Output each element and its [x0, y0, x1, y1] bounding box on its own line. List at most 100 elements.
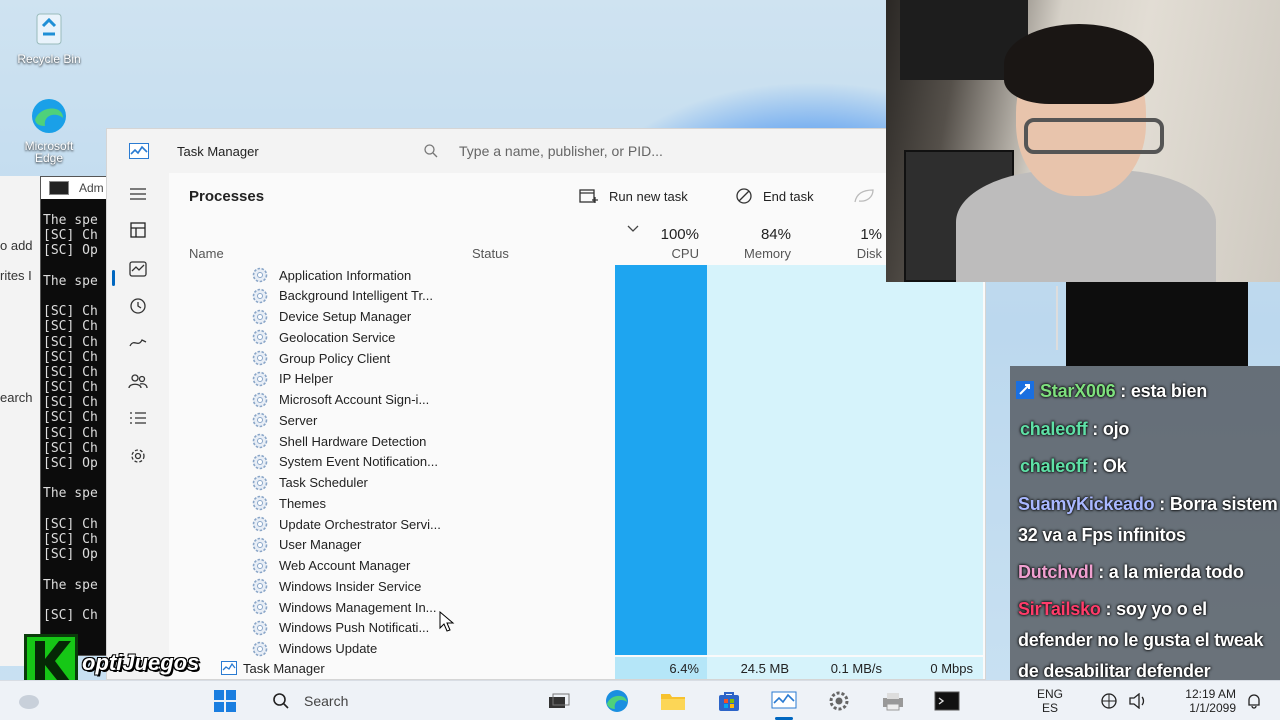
service-gear-icon — [252, 329, 268, 345]
chat-message: SirTailsko : soy yo o el defender no le … — [1018, 594, 1280, 687]
process-name: System Event Notification... — [279, 454, 438, 470]
memory-total-percent[interactable]: 84% — [729, 226, 791, 243]
process-name: Shell Hardware Detection — [279, 433, 427, 449]
device-taskbar-button[interactable] — [880, 689, 906, 713]
process-row[interactable]: Windows Insider Service — [251, 576, 421, 596]
process-name: User Manager — [279, 537, 362, 553]
store-button[interactable] — [716, 689, 742, 713]
edge-label: Microsoft Edge — [24, 139, 74, 165]
search-box[interactable] — [407, 137, 731, 165]
edge-taskbar-button[interactable] — [604, 689, 630, 713]
chat-text: : ojo — [1087, 419, 1130, 439]
process-row[interactable]: Shell Hardware Detection — [251, 431, 426, 451]
volume-icon[interactable] — [1128, 693, 1148, 709]
file-explorer-button[interactable] — [660, 689, 686, 713]
process-row[interactable]: Web Account Manager — [251, 556, 410, 576]
chat-username: SuamyKickeado — [1018, 494, 1155, 514]
task-view-button[interactable] — [546, 689, 572, 713]
column-header-disk[interactable]: Disk — [829, 246, 882, 261]
process-name: Server — [279, 412, 318, 428]
process-row[interactable]: User Manager — [251, 535, 361, 555]
cpu-heat-column — [615, 265, 707, 655]
process-row[interactable]: Application Information — [251, 265, 411, 285]
input-language-indicator[interactable]: ENG ES — [1030, 687, 1070, 715]
processes-nav-icon[interactable] — [125, 217, 151, 243]
disk-total-percent[interactable]: 1% — [829, 226, 882, 243]
end-task-label: End task — [763, 188, 814, 204]
run-new-task-button[interactable]: Run new task — [579, 185, 688, 207]
process-name: Background Intelligent Tr... — [279, 288, 433, 304]
process-row[interactable]: Themes — [251, 493, 326, 513]
sliver-text: rites I — [0, 268, 32, 283]
chat-text: : a la mierda todo — [1093, 562, 1244, 582]
widgets-icon[interactable] — [18, 693, 40, 711]
process-name: Windows Update — [279, 641, 378, 656]
settings-taskbar-button[interactable] — [826, 689, 852, 713]
chat-username: SirTailsko — [1018, 599, 1101, 619]
process-row[interactable]: IP Helper — [251, 369, 333, 389]
details-nav-icon[interactable] — [125, 405, 151, 431]
users-nav-icon[interactable] — [125, 368, 151, 394]
performance-nav-icon[interactable] — [125, 256, 151, 282]
startup-apps-nav-icon[interactable] — [125, 330, 151, 356]
process-row[interactable]: Update Orchestrator Servi... — [251, 514, 441, 534]
process-row[interactable]: Group Policy Client — [251, 348, 390, 368]
start-button[interactable] — [212, 689, 238, 713]
search-icon — [424, 144, 438, 158]
process-row[interactable]: Geolocation Service — [251, 327, 395, 347]
network-icon[interactable] — [1100, 693, 1118, 709]
taskbar: Search ENG ES 12:19 AM 1/1/2099 — [0, 680, 1280, 720]
row-network: 0 Mbps — [930, 661, 973, 676]
keyboard-layout: ES — [1041, 701, 1058, 715]
services-nav-icon[interactable] — [125, 443, 151, 469]
process-name: Windows Push Notificati... — [279, 620, 430, 636]
taskbar-search[interactable]: Search — [262, 687, 522, 715]
cpu-total-percent[interactable]: 100% — [639, 226, 699, 243]
recycle-bin-desktop-icon[interactable]: Recycle Bin — [4, 8, 94, 66]
column-header-name[interactable]: Name — [189, 246, 224, 261]
task-manager-taskbar-button[interactable] — [770, 689, 798, 713]
column-header-memory[interactable]: Memory — [729, 246, 791, 261]
terminal-icon — [934, 691, 960, 711]
badge-icon — [1016, 381, 1034, 399]
process-row[interactable]: Task Scheduler — [251, 473, 368, 493]
edge-desktop-icon[interactable]: Microsoft Edge — [4, 96, 94, 164]
column-header-status[interactable]: Status — [472, 246, 509, 261]
cmd-title: Adm — [79, 181, 104, 195]
process-row[interactable]: System Event Notification... — [251, 452, 438, 472]
run-new-task-icon — [579, 189, 598, 203]
end-task-button[interactable]: End task — [735, 185, 814, 207]
process-row[interactable]: Background Intelligent Tr... — [251, 286, 433, 306]
task-manager-app-icon — [129, 143, 149, 159]
titlebar[interactable]: Task Manager — [107, 129, 985, 173]
clock[interactable]: 12:19 AM 1/1/2099 — [1160, 687, 1236, 715]
terminal-taskbar-button[interactable] — [934, 689, 960, 713]
process-row[interactable]: Device Setup Manager — [251, 307, 411, 327]
chat-message: StarX006 : esta bien — [1016, 376, 1278, 407]
page-heading: Processes — [189, 188, 265, 205]
chat-message: chaleoff : Ok — [1020, 451, 1280, 482]
process-row[interactable]: Windows Update — [251, 639, 377, 659]
task-manager-process-row[interactable]: Task Manager 6.4% 24.5 MB 0.1 MB/s 0 Mbp… — [169, 657, 985, 679]
store-icon — [719, 692, 739, 711]
process-name: Geolocation Service — [279, 329, 396, 345]
clock-time: 12:19 AM — [1185, 687, 1236, 701]
column-header-cpu[interactable]: CPU — [639, 246, 699, 261]
background-window-sliver: o add rites I earch — [0, 176, 40, 666]
webcam-overlay — [886, 0, 1280, 282]
process-row[interactable]: Windows Push Notificati... — [251, 618, 429, 638]
mouse-cursor-icon — [439, 611, 455, 632]
process-row[interactable]: Server — [251, 410, 317, 430]
process-row[interactable]: Windows Management In... — [251, 597, 437, 617]
service-gear-icon — [252, 267, 268, 283]
process-name: Windows Insider Service — [279, 578, 422, 594]
app-history-nav-icon[interactable] — [125, 293, 151, 319]
notification-bell-icon[interactable] — [1246, 693, 1262, 709]
chat-username: StarX006 — [1040, 381, 1116, 401]
efficiency-mode-button[interactable] — [853, 185, 875, 207]
process-row[interactable]: Microsoft Account Sign-i... — [251, 390, 429, 410]
task-manager-window[interactable]: Task Manager Proc — [106, 128, 986, 680]
hamburger-menu-icon[interactable] — [125, 181, 151, 207]
search-input[interactable] — [459, 141, 719, 161]
printer-icon — [883, 693, 903, 711]
